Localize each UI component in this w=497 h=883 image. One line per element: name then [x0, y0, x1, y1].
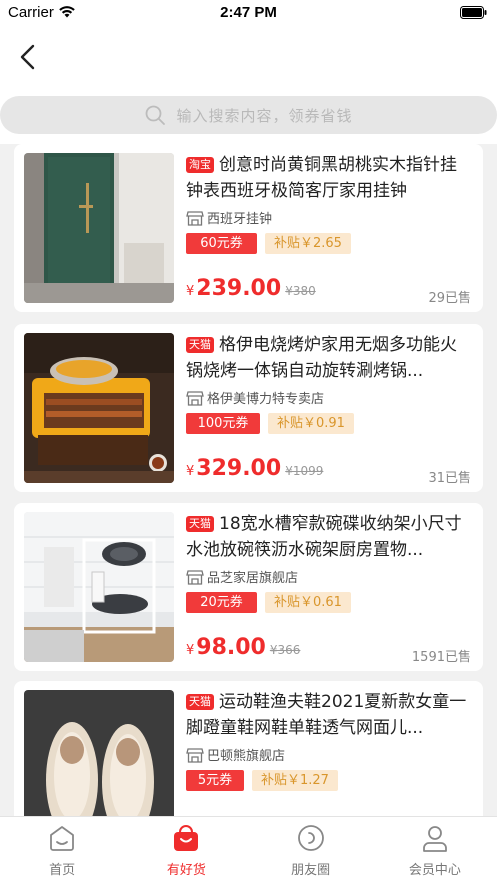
home-icon: [50, 826, 75, 851]
product-card[interactable]: 天猫 18宽水槽窄款碗碟收纳架小尺寸水池放碗筷沥水碗架厨房置物... 品芝家居旗舰…: [14, 503, 483, 671]
product-card[interactable]: 天猫 格伊电烧烤炉家用无烟多功能火锅烧烤一体锅自动旋转涮烤锅... 格伊美博力特专…: [14, 324, 483, 492]
tab-bar: 首页 有好货 朋友圈 会员中心: [0, 816, 497, 883]
shop-icon: [186, 210, 204, 226]
shop-row[interactable]: 品芝家居旗舰店: [186, 567, 298, 586]
tab-good-stuff[interactable]: 有好货: [124, 817, 248, 883]
price: 329.00: [196, 456, 282, 481]
sold-count: 31已售: [428, 471, 471, 486]
product-title[interactable]: 天猫 18宽水槽窄款碗碟收纳架小尺寸水池放碗筷沥水碗架厨房置物...: [186, 511, 471, 563]
tab-moments[interactable]: 朋友圈: [249, 817, 373, 883]
subsidy-badge: 补贴￥2.65: [265, 233, 351, 254]
platform-badge: 天猫: [186, 337, 214, 353]
product-image-shoes: [24, 690, 174, 816]
shop-name: 西班牙挂钟: [207, 212, 273, 227]
search-placeholder: 输入搜索内容，领券省钱: [176, 106, 353, 125]
coupon-row: 100元券 补贴￥0.91: [186, 413, 354, 434]
shop-row[interactable]: 巴顿熊旗舰店: [186, 745, 285, 764]
tab-label: 会员中心: [408, 863, 461, 878]
platform-badge: 天猫: [186, 694, 214, 710]
back-arrow-icon[interactable]: [16, 43, 40, 71]
subsidy-badge: 补贴￥0.91: [268, 413, 354, 434]
original-price: ¥1099: [285, 464, 324, 478]
currency-symbol: ¥: [186, 643, 195, 658]
shop-name: 格伊美博力特专卖店: [207, 392, 325, 407]
product-title-text: 格伊电烧烤炉家用无烟多功能火锅烧烤一体锅自动旋转涮烤锅...: [186, 335, 457, 381]
platform-badge: 天猫: [186, 516, 214, 532]
status-time: 2:47 PM: [220, 4, 277, 21]
user-icon: [422, 826, 447, 852]
coupon-badge[interactable]: 60元券: [186, 233, 257, 254]
battery-icon: [460, 6, 487, 19]
shop-name: 巴顿熊旗舰店: [207, 749, 286, 764]
product-image-clock: [24, 153, 174, 303]
tab-home[interactable]: 首页: [0, 817, 124, 883]
tab-label: 朋友圈: [291, 863, 331, 878]
product-title[interactable]: 淘宝 创意时尚黄铜黑胡桃实木指针挂钟表西班牙极简客厅家用挂钟: [186, 152, 471, 204]
coupon-badge[interactable]: 5元券: [186, 770, 244, 791]
platform-badge: 淘宝: [186, 157, 214, 173]
product-title[interactable]: 天猫 运动鞋渔夫鞋2021夏新款女童一脚蹬童鞋网鞋单鞋透气网面儿...: [186, 689, 471, 741]
product-title-text: 创意时尚黄铜黑胡桃实木指针挂钟表西班牙极简客厅家用挂钟: [186, 155, 457, 201]
shop-name: 品芝家居旗舰店: [207, 571, 299, 586]
shop-row[interactable]: 西班牙挂钟: [186, 208, 272, 227]
subsidy-badge: 补贴￥0.61: [265, 592, 351, 613]
shop-row[interactable]: 格伊美博力特专卖店: [186, 388, 324, 407]
product-title-text: 18宽水槽窄款碗碟收纳架小尺寸水池放碗筷沥水碗架厨房置物...: [186, 514, 462, 560]
shop-icon: [186, 569, 204, 585]
tab-label: 有好货: [166, 863, 206, 878]
product-title-text: 运动鞋渔夫鞋2021夏新款女童一脚蹬童鞋网鞋单鞋透气网面儿...: [186, 692, 467, 738]
original-price: ¥380: [285, 284, 316, 298]
product-card[interactable]: 天猫 运动鞋渔夫鞋2021夏新款女童一脚蹬童鞋网鞋单鞋透气网面儿... 巴顿熊旗舰…: [14, 681, 483, 816]
price: 98.00: [196, 635, 266, 660]
subsidy-badge: 补贴￥1.27: [252, 770, 338, 791]
currency-symbol: ¥: [186, 284, 195, 299]
product-image-dish-rack: [24, 512, 174, 662]
price-row: ¥ 329.00 ¥1099: [186, 456, 323, 481]
product-card[interactable]: 淘宝 创意时尚黄铜黑胡桃实木指针挂钟表西班牙极简客厅家用挂钟 西班牙挂钟 60元券…: [14, 144, 483, 312]
tab-member-center[interactable]: 会员中心: [373, 817, 497, 883]
price-row: ¥ 239.00 ¥380: [186, 276, 316, 301]
shopping-bag-icon: [174, 825, 199, 851]
coupon-badge[interactable]: 20元券: [186, 592, 257, 613]
search-input[interactable]: 输入搜索内容，领券省钱: [0, 96, 497, 134]
search-area: 输入搜索内容，领券省钱: [0, 88, 497, 144]
shop-icon: [186, 747, 204, 763]
product-title[interactable]: 天猫 格伊电烧烤炉家用无烟多功能火锅烧烤一体锅自动旋转涮烤锅...: [186, 332, 471, 384]
sold-count: 1591已售: [411, 650, 471, 665]
currency-symbol: ¥: [186, 464, 195, 479]
status-bar: Carrier 2:47 PM: [0, 0, 497, 26]
search-icon: [146, 105, 166, 125]
product-list[interactable]: 淘宝 创意时尚黄铜黑胡桃实木指针挂钟表西班牙极简客厅家用挂钟 西班牙挂钟 60元券…: [0, 144, 497, 816]
coupon-row: 5元券 补贴￥1.27: [186, 770, 338, 791]
price-row: ¥ 98.00 ¥366: [186, 635, 300, 660]
price: 239.00: [196, 276, 282, 301]
shop-icon: [186, 390, 204, 406]
nav-bar: [0, 26, 497, 88]
sold-count: 29已售: [428, 291, 471, 306]
tab-label: 首页: [49, 863, 76, 878]
original-price: ¥366: [269, 643, 301, 657]
product-image-grill: [24, 333, 174, 483]
circle-icon: [297, 825, 324, 851]
coupon-row: 20元券 补贴￥0.61: [186, 592, 351, 613]
coupon-row: 60元券 补贴￥2.65: [186, 233, 351, 254]
coupon-badge[interactable]: 100元券: [186, 413, 260, 434]
